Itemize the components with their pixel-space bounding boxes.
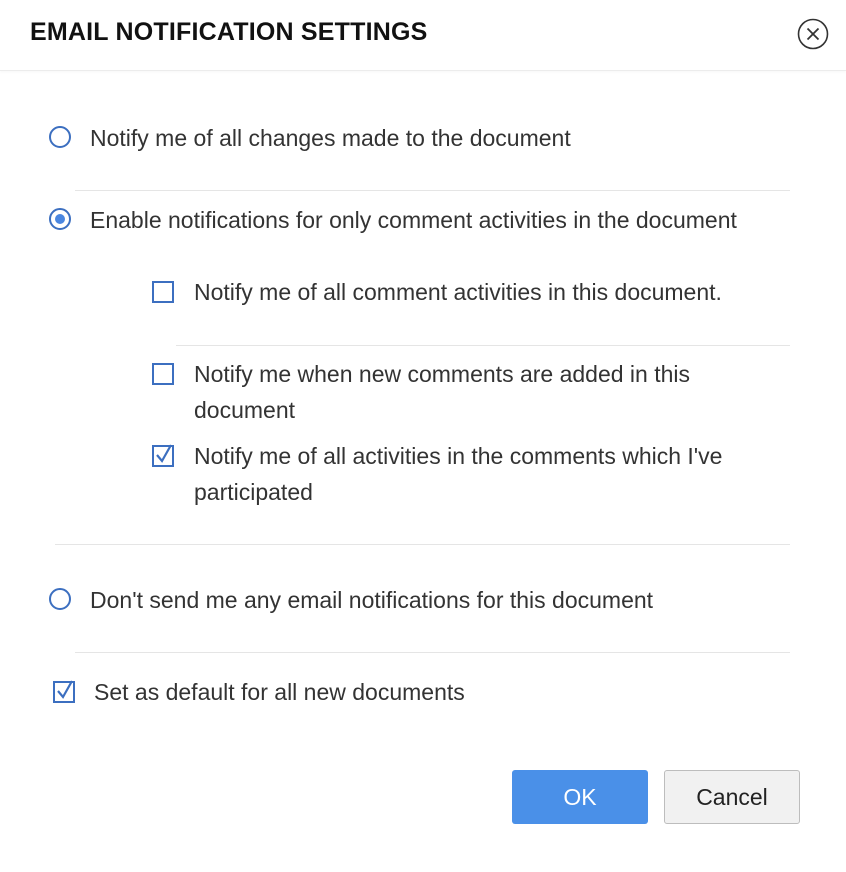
checkmark-icon xyxy=(57,680,73,699)
suboption-new-comments-line1: Notify me when new comments are added in… xyxy=(194,361,691,387)
suboption-new-comments-text: Notify me when new comments are added in… xyxy=(194,356,690,428)
option-no-notifications-label: Don't send me any email notifications fo… xyxy=(90,587,654,613)
checkmark-icon xyxy=(156,444,172,463)
option-all-changes[interactable]: Notify me of all changes made to the doc… xyxy=(49,120,571,156)
checkbox-default-setting[interactable] xyxy=(53,680,75,703)
checkbox-participated[interactable] xyxy=(152,444,174,467)
divider xyxy=(55,544,790,545)
suboption-all-comment-activities[interactable]: Notify me of all comment activities in t… xyxy=(152,274,722,310)
cancel-button[interactable]: Cancel xyxy=(664,770,800,824)
suboption-participated-line2: participated xyxy=(194,479,313,505)
divider xyxy=(176,345,790,346)
default-setting-label: Set as default for all new documents xyxy=(94,679,465,705)
default-setting[interactable]: Set as default for all new documents xyxy=(53,674,465,710)
dialog-header: EMAIL NOTIFICATION SETTINGS xyxy=(0,0,846,71)
radio-comment-only[interactable] xyxy=(49,208,71,230)
ok-button[interactable]: OK xyxy=(512,770,648,824)
option-comment-only[interactable]: Enable notifications for only comment ac… xyxy=(49,202,737,238)
suboption-new-comments[interactable]: Notify me when new comments are added in… xyxy=(152,356,690,428)
checkbox-new-comments[interactable] xyxy=(152,363,174,385)
radio-all-changes[interactable] xyxy=(49,126,71,148)
divider xyxy=(75,652,790,653)
email-notification-dialog: EMAIL NOTIFICATION SETTINGS Notify me of… xyxy=(0,0,846,872)
dialog-title: EMAIL NOTIFICATION SETTINGS xyxy=(30,18,428,46)
radio-no-notifications[interactable] xyxy=(49,588,71,610)
suboption-new-comments-line2: document xyxy=(194,397,296,423)
option-comment-only-label: Enable notifications for only comment ac… xyxy=(90,207,737,233)
option-all-changes-label: Notify me of all changes made to the doc… xyxy=(90,125,571,151)
close-icon[interactable] xyxy=(797,18,829,50)
checkbox-all-comment-activities[interactable] xyxy=(152,281,174,303)
option-no-notifications[interactable]: Don't send me any email notifications fo… xyxy=(49,582,653,618)
suboption-all-comment-activities-label: Notify me of all comment activities in t… xyxy=(194,279,722,305)
suboption-participated-line1: Notify me of all activities in the comme… xyxy=(194,443,723,469)
divider xyxy=(75,190,790,191)
suboption-participated-text: Notify me of all activities in the comme… xyxy=(194,438,722,510)
suboption-participated[interactable]: Notify me of all activities in the comme… xyxy=(152,438,722,510)
